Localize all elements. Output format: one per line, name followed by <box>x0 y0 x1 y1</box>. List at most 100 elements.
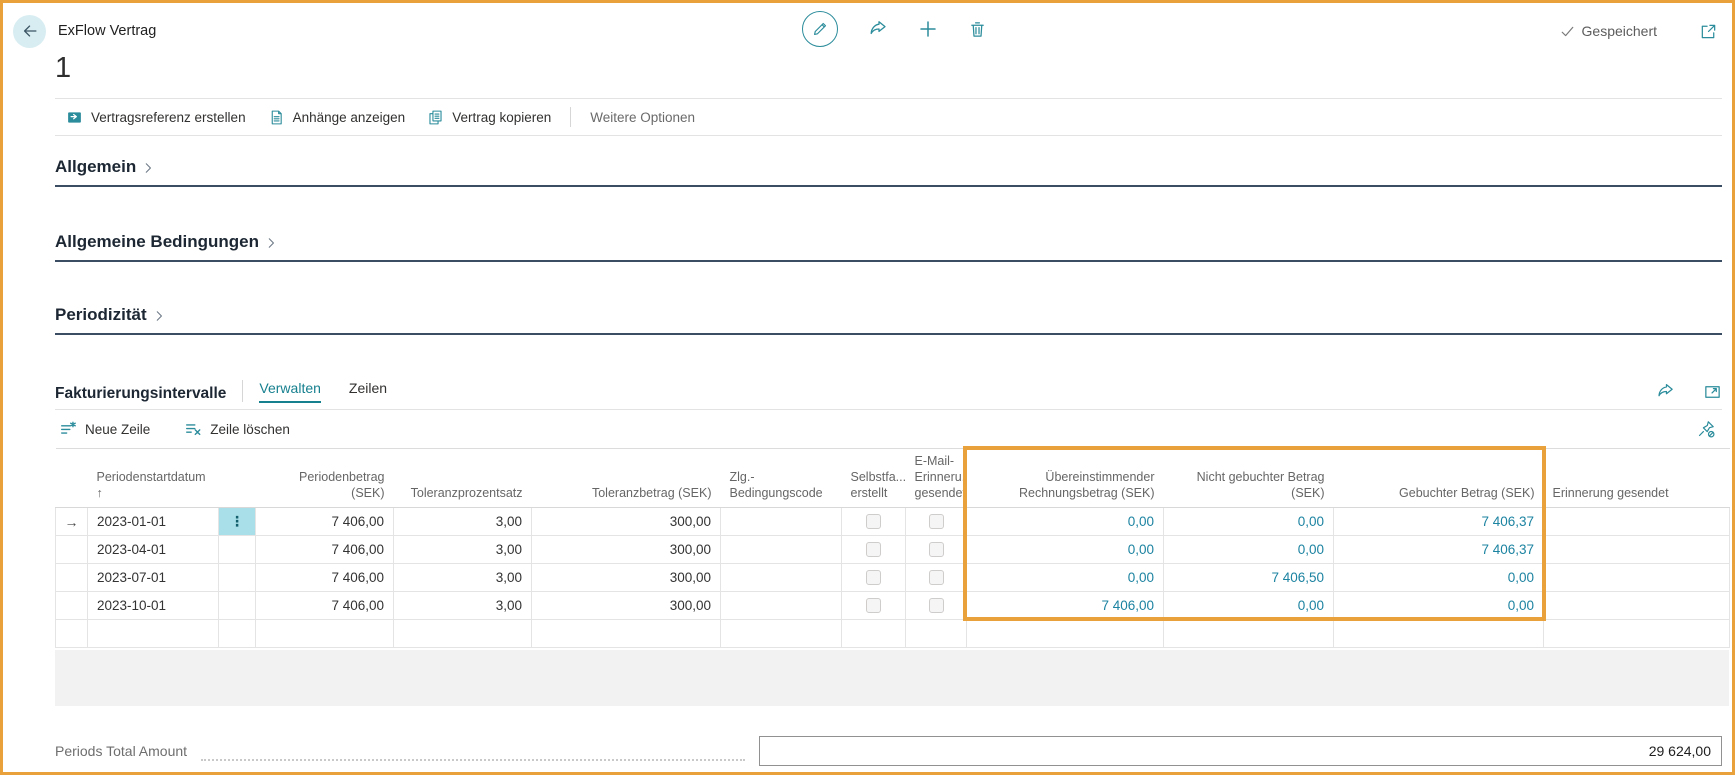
focus-mode-button[interactable] <box>1703 382 1722 401</box>
cell-periodenstartdatum[interactable]: 2023-04-01 <box>87 535 219 564</box>
section-periodizitaet-toggle[interactable]: Periodizität <box>55 305 166 325</box>
checkbox-email-erinnerung[interactable] <box>928 542 944 557</box>
tab-zeilen[interactable]: Zeilen <box>349 380 387 403</box>
col-gebuchter-betrag[interactable]: Gebuchter Betrag (SEK) <box>1333 448 1544 508</box>
pin-off-icon <box>1696 419 1716 439</box>
cell-nicht-gebuchter-betrag[interactable]: 0,00 <box>1163 591 1334 620</box>
cell-toleranzprozentsatz[interactable]: 3,00 <box>393 535 532 564</box>
cell-periodenstartdatum[interactable]: 2023-01-01 <box>87 507 219 536</box>
col-selbstfaktura-erstellt[interactable]: Selbstfa... erstellt <box>841 448 906 508</box>
cell-periodenstartdatum[interactable]: 2023-07-01 <box>87 563 219 592</box>
col-periodenbetrag[interactable]: Periodenbetrag (SEK) <box>255 448 394 508</box>
cell-toleranzprozentsatz[interactable]: 3,00 <box>393 563 532 592</box>
unpin-button[interactable] <box>1696 419 1716 439</box>
empty-cell[interactable] <box>1543 619 1730 648</box>
more-options-button[interactable]: Weitere Optionen <box>579 110 706 125</box>
cell-nicht-gebuchter-betrag[interactable]: 0,00 <box>1163 535 1334 564</box>
cell-periodenbetrag[interactable]: 7 406,00 <box>255 591 394 620</box>
col-zlg-bedingungscode[interactable]: Zlg.-Bedingungscode <box>720 448 842 508</box>
empty-cell[interactable] <box>720 619 842 648</box>
checkbox-email-erinnerung[interactable] <box>928 598 944 613</box>
cell-email-erinnerung <box>905 563 967 592</box>
checkbox-email-erinnerung[interactable] <box>928 514 944 529</box>
popout-button[interactable] <box>1699 22 1718 41</box>
cell-toleranzbetrag[interactable]: 300,00 <box>531 535 721 564</box>
cell-gebuchter-betrag[interactable]: 0,00 <box>1333 563 1544 592</box>
col-erinnerung-gesendet[interactable]: Erinnerung gesendet <box>1543 448 1730 508</box>
cell-toleranzbetrag[interactable]: 300,00 <box>531 591 721 620</box>
periods-total-amount-field[interactable]: 29 624,00 <box>759 736 1722 766</box>
cell-gebuchter-betrag[interactable]: 7 406,37 <box>1333 535 1544 564</box>
col-toleranzbetrag[interactable]: Toleranzbetrag (SEK) <box>531 448 721 508</box>
cell-nicht-gebuchter-betrag[interactable]: 7 406,50 <box>1163 563 1334 592</box>
back-button[interactable] <box>13 14 46 48</box>
cell-gebuchter-betrag[interactable]: 7 406,37 <box>1333 507 1544 536</box>
cell-erinnerung-gesendet[interactable] <box>1543 507 1730 536</box>
copy-contract-button[interactable]: Vertrag kopieren <box>416 109 562 126</box>
empty-cell[interactable] <box>905 619 967 648</box>
section-allgemeine-bedingungen: Allgemeine Bedingungen <box>55 187 1722 262</box>
empty-cell[interactable] <box>1163 619 1334 648</box>
page-title: 1 <box>55 52 72 84</box>
show-attachments-button[interactable]: Anhänge anzeigen <box>257 109 417 126</box>
top-bar: ExFlow Vertrag Gespeichert <box>3 3 1732 49</box>
empty-cell[interactable] <box>966 619 1164 648</box>
new-line-button[interactable]: Neue Zeile <box>59 420 150 438</box>
cell-zlg-bedingungscode[interactable] <box>720 507 842 536</box>
cell-uebereinstimmender-rechnungsbetrag[interactable]: 0,00 <box>966 507 1164 536</box>
empty-cell[interactable] <box>1333 619 1544 648</box>
delete-line-button[interactable]: Zeile löschen <box>184 420 290 438</box>
delete-button[interactable] <box>968 20 987 39</box>
cell-toleranzprozentsatz[interactable]: 3,00 <box>393 507 532 536</box>
cell-erinnerung-gesendet[interactable] <box>1543 563 1730 592</box>
checkbox-selbstfaktura[interactable] <box>866 542 881 557</box>
create-contract-reference-button[interactable]: Vertragsreferenz erstellen <box>55 109 257 126</box>
checkbox-selbstfaktura[interactable] <box>866 570 881 585</box>
cell-uebereinstimmender-rechnungsbetrag[interactable]: 7 406,00 <box>966 591 1164 620</box>
cell-periodenbetrag[interactable]: 7 406,00 <box>255 507 394 536</box>
empty-cell[interactable] <box>841 619 906 648</box>
col-email-erinnerung-gesendet[interactable]: E-Mail- Erinneru... gesendet <box>905 448 967 508</box>
cell-gebuchter-betrag[interactable]: 0,00 <box>1333 591 1544 620</box>
cell-toleranzprozentsatz[interactable]: 3,00 <box>393 591 532 620</box>
document-icon <box>268 109 285 126</box>
cell-email-erinnerung <box>905 507 967 536</box>
empty-cell[interactable] <box>87 619 219 648</box>
new-button[interactable] <box>918 19 938 39</box>
checkbox-selbstfaktura[interactable] <box>866 514 881 529</box>
record-actions <box>802 11 987 47</box>
cell-toleranzbetrag[interactable]: 300,00 <box>531 507 721 536</box>
empty-cell[interactable] <box>255 619 394 648</box>
col-periodenstartdatum[interactable]: Periodenstartdatum ↑ <box>87 448 219 508</box>
cell-zlg-bedingungscode[interactable] <box>720 591 842 620</box>
tab-verwalten[interactable]: Verwalten <box>259 380 321 403</box>
checkbox-selbstfaktura[interactable] <box>866 598 881 613</box>
cell-periodenstartdatum[interactable]: 2023-10-01 <box>87 591 219 620</box>
col-uebereinstimmender-rechnungsbetrag[interactable]: Übereinstimmender Rechnungsbetrag (SEK) <box>966 448 1164 508</box>
cell-periodenbetrag[interactable]: 7 406,00 <box>255 535 394 564</box>
cell-erinnerung-gesendet[interactable] <box>1543 591 1730 620</box>
col-toleranzprozentsatz[interactable]: Toleranzprozentsatz <box>393 448 532 508</box>
col-nicht-gebuchter-betrag[interactable]: Nicht gebuchter Betrag (SEK) <box>1163 448 1334 508</box>
share-part-button[interactable] <box>1656 382 1675 401</box>
cell-toleranzbetrag[interactable]: 300,00 <box>531 563 721 592</box>
row-menu-button[interactable]: ⋮ <box>218 507 256 536</box>
cell-nicht-gebuchter-betrag[interactable]: 0,00 <box>1163 507 1334 536</box>
cell-selbstfaktura <box>841 591 906 620</box>
cell-erinnerung-gesendet[interactable] <box>1543 535 1730 564</box>
checkbox-email-erinnerung[interactable] <box>928 570 944 585</box>
cell-uebereinstimmender-rechnungsbetrag[interactable]: 0,00 <box>966 535 1164 564</box>
section-allgemeine-bedingungen-toggle[interactable]: Allgemeine Bedingungen <box>55 232 278 252</box>
cell-periodenbetrag[interactable]: 7 406,00 <box>255 563 394 592</box>
cell-uebereinstimmender-rechnungsbetrag[interactable]: 0,00 <box>966 563 1164 592</box>
edit-button[interactable] <box>802 11 838 47</box>
fasttab-sections: Allgemein Allgemeine Bedingungen Periodi… <box>55 136 1722 335</box>
popout-icon <box>1699 22 1718 41</box>
empty-cell[interactable] <box>393 619 532 648</box>
cell-zlg-bedingungscode[interactable] <box>720 535 842 564</box>
grid-row: 2023-04-01 7 406,00 3,00 300,00 0,00 0,0… <box>55 535 1730 564</box>
cell-zlg-bedingungscode[interactable] <box>720 563 842 592</box>
share-button[interactable] <box>868 19 888 39</box>
empty-cell[interactable] <box>531 619 721 648</box>
section-allgemein-toggle[interactable]: Allgemein <box>55 157 155 177</box>
